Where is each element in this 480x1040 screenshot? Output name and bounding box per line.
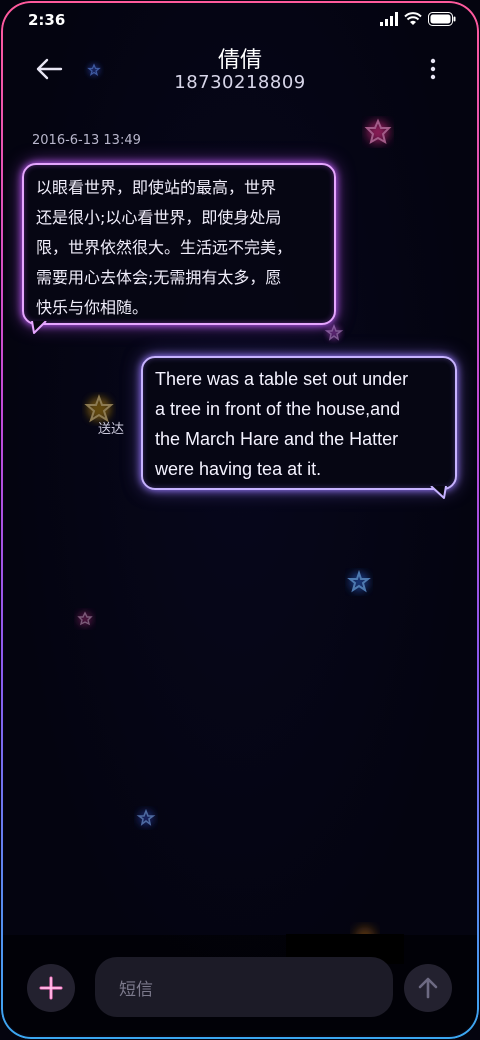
status-time: 2:36 xyxy=(28,11,66,29)
bubble-tail-icon xyxy=(430,486,447,499)
star-icon xyxy=(324,323,344,341)
status-icons xyxy=(380,12,456,26)
star-icon xyxy=(364,118,392,145)
send-arrow-icon xyxy=(418,977,438,999)
wifi-icon xyxy=(404,12,422,25)
star-icon xyxy=(77,611,93,626)
incoming-message-bubble[interactable]: 以眼看世界，即使站的最高，世界 还是很小;以心看世界，即使身处局 限，世界依然很… xyxy=(22,163,336,325)
battery-icon xyxy=(428,12,456,26)
message-timestamp: 2016-6-13 13:49 xyxy=(32,133,141,148)
message-line: were having tea at it. xyxy=(155,459,322,479)
contact-name: 倩倩 xyxy=(217,48,262,73)
add-attachment-button[interactable] xyxy=(27,964,75,1012)
message-line: 以眼看世界，即使站的最高，世界 xyxy=(36,178,277,197)
message-line: There was a table set out under xyxy=(155,369,409,389)
message-line: the March Hare and the Hatter xyxy=(155,429,399,449)
star-icon xyxy=(136,808,156,826)
signal-icon xyxy=(380,12,398,26)
conversation-header: 倩倩 18730218809 xyxy=(0,40,480,100)
outgoing-message-bubble[interactable]: There was a table set out under a tree i… xyxy=(141,356,457,490)
bubble-tail-icon xyxy=(31,321,47,334)
send-button[interactable] xyxy=(404,964,452,1012)
message-line: a tree in front of the house,and xyxy=(155,399,401,419)
message-line: 快乐与你相随。 xyxy=(36,298,149,317)
delivery-status: 送达 xyxy=(98,422,125,437)
status-bar: 2:36 xyxy=(0,0,480,40)
messaging-screen: 2:36 倩倩 18730218809 2016-6-13 13:49 以眼看世… xyxy=(0,0,480,1040)
more-vertical-icon[interactable] xyxy=(428,56,438,82)
message-line: 还是很小;以心看世界，即使身处局 xyxy=(36,208,282,227)
contact-number: 18730218809 xyxy=(174,72,306,93)
message-input[interactable]: 短信 xyxy=(95,957,393,1017)
star-icon xyxy=(347,569,371,593)
message-input-placeholder: 短信 xyxy=(119,979,153,1000)
message-line: 限，世界依然很大。生活远不完美， xyxy=(36,238,293,257)
plus-icon xyxy=(39,976,63,1000)
background xyxy=(3,3,477,1037)
message-line: 需要用心去体会;无需拥有太多，愿 xyxy=(36,268,282,287)
